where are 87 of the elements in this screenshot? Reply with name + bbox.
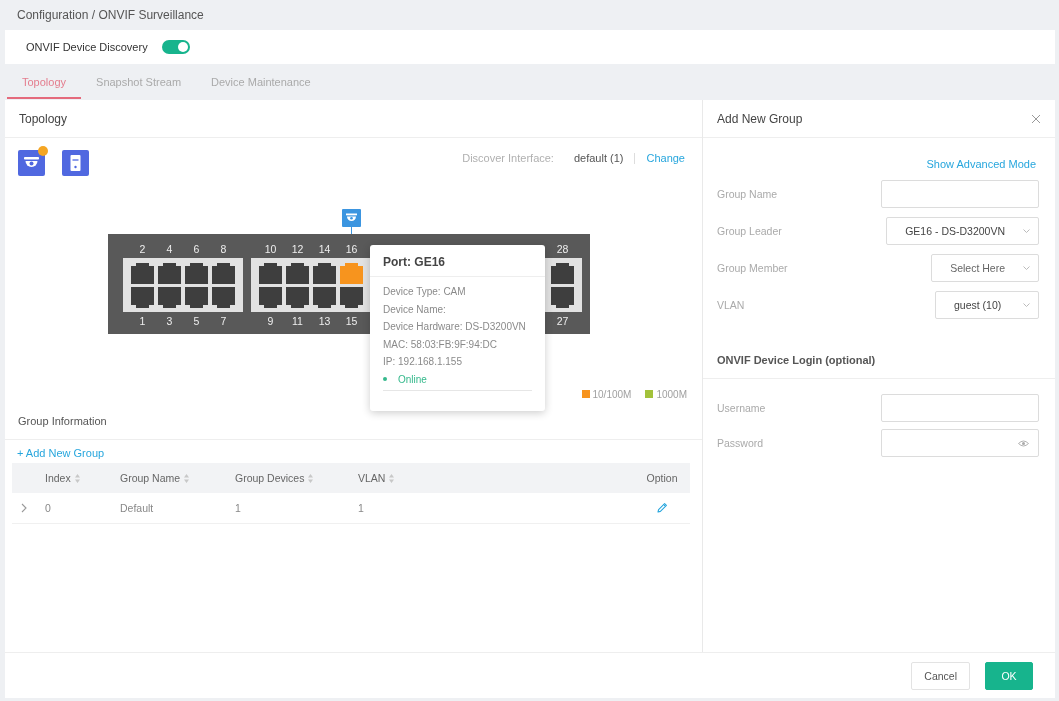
status-text: Online (398, 372, 427, 387)
toggle-switch[interactable] (161, 40, 190, 54)
port-number: 13 (318, 314, 331, 328)
panel-title: Topology (19, 111, 68, 126)
tooltip-text: Device Name: (383, 302, 447, 317)
tooltip-title: Port: GE16 (383, 255, 445, 269)
dropdown[interactable]: GE16 - DS-D3200VN (886, 217, 1039, 245)
chevron-icon[interactable] (21, 503, 27, 513)
close-icon[interactable] (1031, 113, 1041, 124)
section-title: ONVIF Device Login (optional) (717, 353, 876, 367)
caret-icon (1023, 229, 1030, 233)
tooltip-text: MAC: 58:03:FB:9F:94:DC (383, 337, 498, 352)
interface-value: default (1) (573, 152, 624, 164)
legend-label: 10/100M (592, 388, 632, 400)
edit-icon[interactable] (656, 502, 668, 514)
text-field[interactable] (881, 180, 1039, 208)
port-number: 6 (193, 242, 200, 256)
port-number: 4 (166, 242, 173, 256)
ethernet-port[interactable] (551, 263, 574, 284)
port-number: 15 (345, 314, 358, 328)
ethernet-port[interactable] (158, 287, 181, 308)
column-header[interactable]: VLAN (358, 463, 634, 493)
discovery-label: ONVIF Device Discovery (26, 41, 148, 53)
ethernet-port[interactable] (212, 287, 235, 308)
port-number: 28 (556, 242, 569, 256)
recorder-icon[interactable] (62, 150, 89, 176)
advanced-mode-link[interactable]: Show Advanced Mode (926, 157, 1036, 171)
cancel-button[interactable]: Cancel (911, 661, 970, 690)
port-number: 7 (220, 314, 227, 328)
interface-label: Discover Interface: (462, 152, 554, 164)
ethernet-port[interactable] (286, 287, 309, 308)
port-number: 14 (318, 242, 331, 256)
camera-icon[interactable] (18, 146, 48, 176)
ethernet-port[interactable] (313, 287, 336, 308)
ethernet-port[interactable] (340, 287, 363, 308)
legend-label: 1000M (656, 388, 687, 400)
port-number: 2 (139, 242, 146, 256)
field-label: Group Leader (717, 225, 782, 237)
dropdown[interactable]: Select Here (931, 254, 1039, 282)
breadcrumb: Configuration / ONVIF Surveillance (17, 8, 204, 22)
ethernet-port[interactable] (259, 287, 282, 308)
column-header[interactable]: Index (45, 463, 120, 493)
field-label: Group Name (717, 188, 778, 200)
tooltip-text: Device Type: CAM (383, 285, 467, 299)
table-cell-text: 1 (358, 501, 365, 516)
text-field[interactable] (881, 394, 1039, 422)
port-number: 8 (220, 242, 227, 256)
port-number: 10 (264, 242, 277, 256)
port-number: 9 (267, 314, 274, 328)
add-group-link[interactable]: + Add New Group (17, 446, 105, 460)
ethernet-port[interactable] (131, 287, 154, 308)
section-title: Group Information (18, 415, 107, 428)
panel-title: Add New Group (717, 111, 803, 126)
password-field[interactable] (881, 429, 1039, 457)
ethernet-port[interactable] (212, 263, 235, 284)
port-number: 16 (345, 242, 358, 256)
ethernet-port[interactable] (131, 263, 154, 284)
caret-icon (1023, 303, 1030, 307)
column-header[interactable]: Group Name (120, 463, 235, 493)
column-header[interactable]: Group Devices (235, 463, 358, 493)
ethernet-port[interactable] (551, 287, 574, 308)
column-header: Option (645, 471, 679, 486)
port-number: 5 (193, 314, 200, 328)
table-cell-text: Default (120, 501, 155, 516)
port-number: 12 (291, 242, 304, 256)
camera-icon[interactable] (342, 209, 361, 234)
tooltip-text: Device Hardware: DS-D3200VN (383, 320, 527, 334)
table-cell-text: 1 (235, 501, 242, 516)
port-number: 1 (139, 314, 146, 328)
ethernet-port[interactable] (286, 263, 309, 284)
ethernet-port[interactable] (259, 263, 282, 284)
field-label: Password (717, 437, 764, 449)
ethernet-port[interactable] (185, 287, 208, 308)
port-number: 11 (292, 314, 303, 328)
ethernet-port[interactable] (185, 263, 208, 284)
field-label: Username (717, 402, 766, 414)
field-label: VLAN (717, 299, 745, 311)
port-number: 27 (556, 314, 569, 328)
dropdown[interactable]: guest (10) (935, 291, 1039, 319)
ethernet-port[interactable] (313, 263, 336, 284)
caret-icon (1023, 266, 1030, 270)
ethernet-port[interactable] (158, 263, 181, 284)
port-number: 3 (166, 314, 173, 328)
field-label: Group Member (717, 262, 788, 274)
change-link[interactable]: Change (646, 152, 685, 164)
tooltip-text: IP: 192.168.1.155 (383, 355, 463, 369)
table-cell-text: 0 (45, 501, 52, 516)
